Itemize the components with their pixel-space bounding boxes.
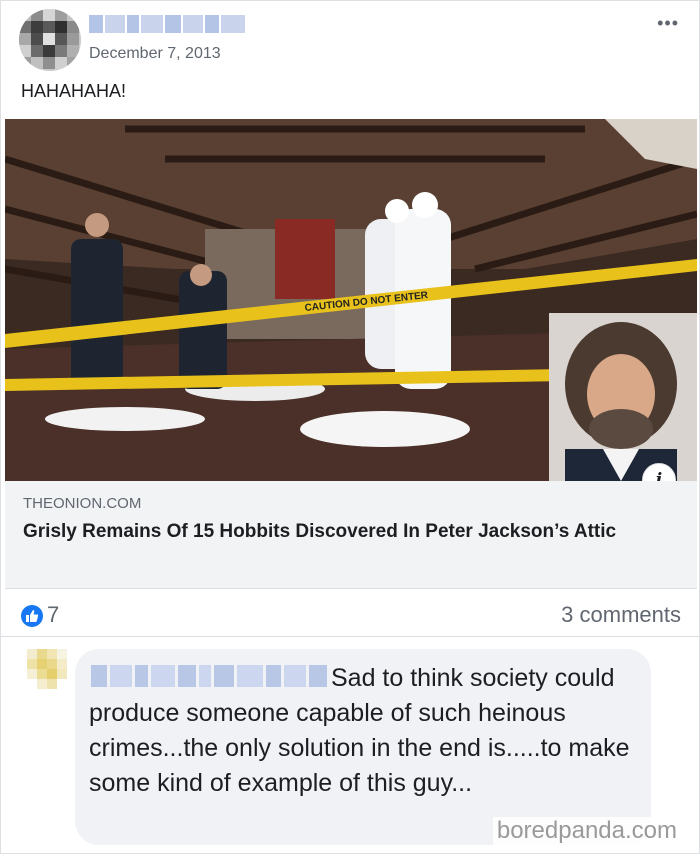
comments-count-link[interactable]: 3 comments <box>561 602 681 628</box>
comment-text: Sad to think society could produce someo… <box>89 664 630 797</box>
facebook-post: December 7, 2013 ••• HAHAHAHA! CAUTION D… <box>0 0 700 854</box>
thumbs-up-icon <box>26 610 39 622</box>
post-text: HAHAHAHA! <box>21 81 127 101</box>
crime-scene-photo: CAUTION DO NOT ENTER <box>5 119 697 481</box>
reactions-bar: 7 3 comments <box>1 589 700 637</box>
like-icon[interactable] <box>21 605 43 627</box>
link-domain: THEONION.COM <box>23 495 142 512</box>
commenter-avatar[interactable] <box>27 649 67 695</box>
watermark: boredpanda.com <box>492 817 681 845</box>
like-count[interactable]: 7 <box>47 602 59 628</box>
poster-name-blurred[interactable] <box>89 15 245 33</box>
post-date[interactable]: December 7, 2013 <box>89 45 221 63</box>
poster-avatar[interactable] <box>19 9 81 71</box>
link-preview-image[interactable]: CAUTION DO NOT ENTER <box>5 119 697 481</box>
link-preview[interactable]: THEONION.COM Grisly Remains Of 15 Hobbit… <box>5 481 697 589</box>
link-headline[interactable]: Grisly Remains Of 15 Hobbits Discovered … <box>23 519 683 545</box>
comment-bubble: Sad to think society could produce someo… <box>75 649 651 845</box>
more-options-icon[interactable]: ••• <box>657 13 679 34</box>
